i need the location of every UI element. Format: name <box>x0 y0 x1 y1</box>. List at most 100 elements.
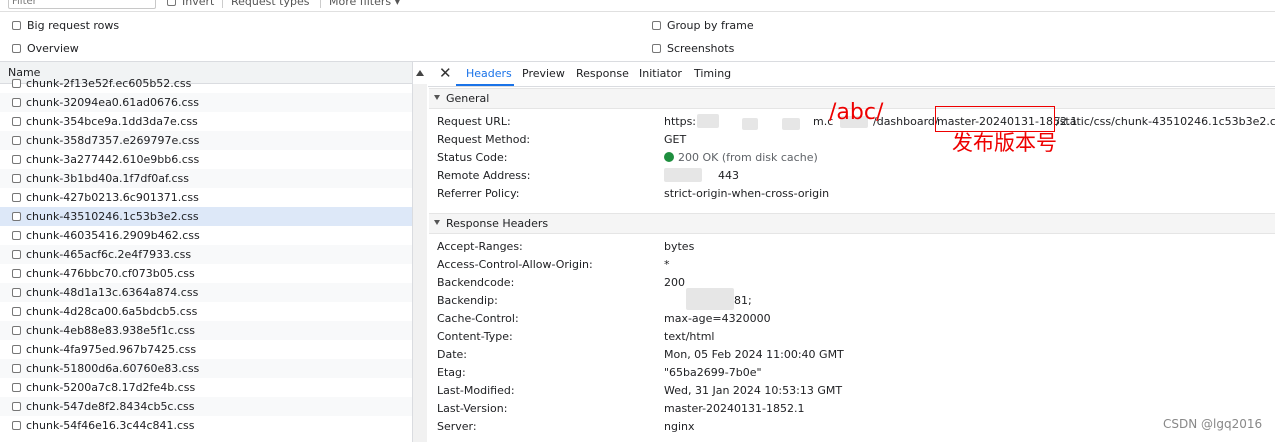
header-key: Request URL: <box>437 115 511 128</box>
big-request-rows-option[interactable]: Big request rows <box>12 19 119 32</box>
tab-response[interactable]: Response <box>576 67 629 80</box>
group-by-frame-option[interactable]: Group by frame <box>652 19 754 32</box>
checkbox-icon[interactable] <box>12 44 21 53</box>
header-key: Backendip: <box>437 294 498 307</box>
request-row[interactable]: chunk-51800d6a.60760e83.css <box>0 359 412 378</box>
status-ok-icon <box>664 152 674 162</box>
header-key: Backendcode: <box>437 276 515 289</box>
request-list-pane: Name chunk-2f13e52f.ec605b52.css chunk-32… <box>0 62 413 442</box>
header-key: Remote Address: <box>437 169 531 182</box>
general-section-title: General <box>446 92 490 105</box>
checkbox-icon <box>12 174 21 183</box>
request-row[interactable]: chunk-465acf6c.2e4f7933.css <box>0 245 412 264</box>
more-filters-label: More filters <box>329 0 392 8</box>
request-row[interactable]: chunk-3b1bd40a.1f7df0af.css <box>0 169 412 188</box>
tab-preview[interactable]: Preview <box>522 67 565 80</box>
request-url-prefix: https: <box>664 115 697 128</box>
invert-label: Invert <box>182 0 215 8</box>
overview-label: Overview <box>27 42 79 55</box>
request-row[interactable]: chunk-54f46e16.3c44c841.css <box>0 416 412 435</box>
status-code-text: 200 OK (from disk cache) <box>678 151 818 164</box>
checkbox-icon <box>12 421 21 430</box>
redacted-block <box>782 118 800 130</box>
request-row[interactable]: chunk-476bbc70.cf073b05.css <box>0 264 412 283</box>
request-row[interactable]: chunk-354bce9a.1dd3da7e.css <box>0 112 412 131</box>
request-name: chunk-4fa975ed.967b7425.css <box>26 343 197 356</box>
request-row[interactable]: chunk-4d28ca00.6a5bdcb5.css <box>0 302 412 321</box>
request-row[interactable]: chunk-4eb88e83.938e5f1c.css <box>0 321 412 340</box>
checkbox-icon[interactable] <box>652 21 661 30</box>
request-name: chunk-43510246.1c53b3e2.css <box>26 210 199 223</box>
header-key: Last-Version: <box>437 402 508 415</box>
header-key: Referrer Policy: <box>437 187 520 200</box>
request-name: chunk-51800d6a.60760e83.css <box>26 362 200 375</box>
request-name: chunk-3a277442.610e9bb6.css <box>26 153 200 166</box>
redacted-block <box>664 168 702 182</box>
header-value: GET <box>664 133 687 146</box>
header-value: strict-origin-when-cross-origin <box>664 187 830 200</box>
filter-input-box[interactable] <box>8 0 156 9</box>
request-name: chunk-4d28ca00.6a5bdcb5.css <box>26 305 198 318</box>
request-name: chunk-427b0213.6c901371.css <box>26 191 199 204</box>
header-key: Last-Modified: <box>437 384 515 397</box>
request-name: chunk-547de8f2.8434cb5c.css <box>26 400 195 413</box>
checkbox-icon[interactable] <box>12 21 21 30</box>
request-name: chunk-3b1bd40a.1f7df0af.css <box>26 172 190 185</box>
checkbox-icon <box>12 231 21 240</box>
checkbox-icon <box>12 402 21 411</box>
sort-ascending-icon[interactable] <box>416 70 424 76</box>
header-key: Status Code: <box>437 151 508 164</box>
request-row[interactable]: chunk-46035416.2909b462.css <box>0 226 412 245</box>
checkbox-icon <box>12 79 21 88</box>
request-row[interactable]: chunk-32094ea0.61ad0676.css <box>0 93 412 112</box>
filter-input[interactable] <box>9 0 155 8</box>
header-value: Wed, 31 Jan 2024 10:53:13 GMT <box>664 384 843 397</box>
checkbox-icon <box>12 212 21 221</box>
redacted-block <box>742 118 758 130</box>
header-key: Request Method: <box>437 133 531 146</box>
checkbox-icon <box>12 117 21 126</box>
redacted-block <box>697 114 719 128</box>
scrollbar[interactable] <box>413 84 427 442</box>
request-row[interactable]: chunk-2f13e52f.ec605b52.css <box>0 74 412 93</box>
checkbox-icon <box>12 136 21 145</box>
header-value: Mon, 05 Feb 2024 11:00:40 GMT <box>664 348 844 361</box>
request-types-label: Request types <box>231 0 310 8</box>
checkbox-icon <box>12 364 21 373</box>
header-value: 200 <box>664 276 685 289</box>
request-name: chunk-5200a7c8.17d2fe4b.css <box>26 381 196 394</box>
checkbox-icon <box>12 326 21 335</box>
tab-initiator[interactable]: Initiator <box>639 67 682 80</box>
request-row[interactable]: chunk-3a277442.610e9bb6.css <box>0 150 412 169</box>
request-name: chunk-354bce9a.1dd3da7e.css <box>26 115 198 128</box>
screenshots-label: Screenshots <box>667 42 735 55</box>
request-row[interactable]: chunk-48d1a13c.6364a874.css <box>0 283 412 302</box>
header-key: Date: <box>437 348 467 361</box>
tab-headers[interactable]: Headers <box>466 67 512 80</box>
request-url-part-d: /static/css/chunk-43510246.1c53b3e2.css <box>1056 115 1275 128</box>
big-request-rows-label: Big request rows <box>27 19 120 32</box>
more-filters-dropdown[interactable]: More filters ▾ <box>320 0 400 8</box>
redacted-block <box>686 288 734 310</box>
request-list: chunk-2f13e52f.ec605b52.css chunk-32094ea… <box>0 74 412 435</box>
tab-timing[interactable]: Timing <box>694 67 731 80</box>
overview-option[interactable]: Overview <box>12 42 79 55</box>
response-headers-section-header[interactable]: Response Headers <box>429 213 1275 234</box>
request-row[interactable]: chunk-547de8f2.8434cb5c.css <box>0 397 412 416</box>
request-row[interactable]: chunk-5200a7c8.17d2fe4b.css <box>0 378 412 397</box>
checkbox-icon <box>12 307 21 316</box>
invert-checkbox[interactable]: Invert <box>167 0 214 8</box>
request-name: chunk-54f46e16.3c44c841.css <box>26 419 195 432</box>
checkbox-icon <box>167 0 176 6</box>
request-row[interactable]: chunk-43510246.1c53b3e2.css <box>0 207 412 226</box>
checkbox-icon[interactable] <box>652 44 661 53</box>
request-name: chunk-4eb88e83.938e5f1c.css <box>26 324 195 337</box>
request-row[interactable]: chunk-4fa975ed.967b7425.css <box>0 340 412 359</box>
screenshots-option[interactable]: Screenshots <box>652 42 734 55</box>
request-row[interactable]: chunk-358d7357.e269797e.css <box>0 131 412 150</box>
header-value: 81; <box>734 294 752 307</box>
request-row[interactable]: chunk-427b0213.6c901371.css <box>0 188 412 207</box>
close-icon[interactable]: ✕ <box>439 64 452 82</box>
chevron-down-icon: ▾ <box>394 0 401 8</box>
request-types-dropdown[interactable]: Request types <box>222 0 309 8</box>
